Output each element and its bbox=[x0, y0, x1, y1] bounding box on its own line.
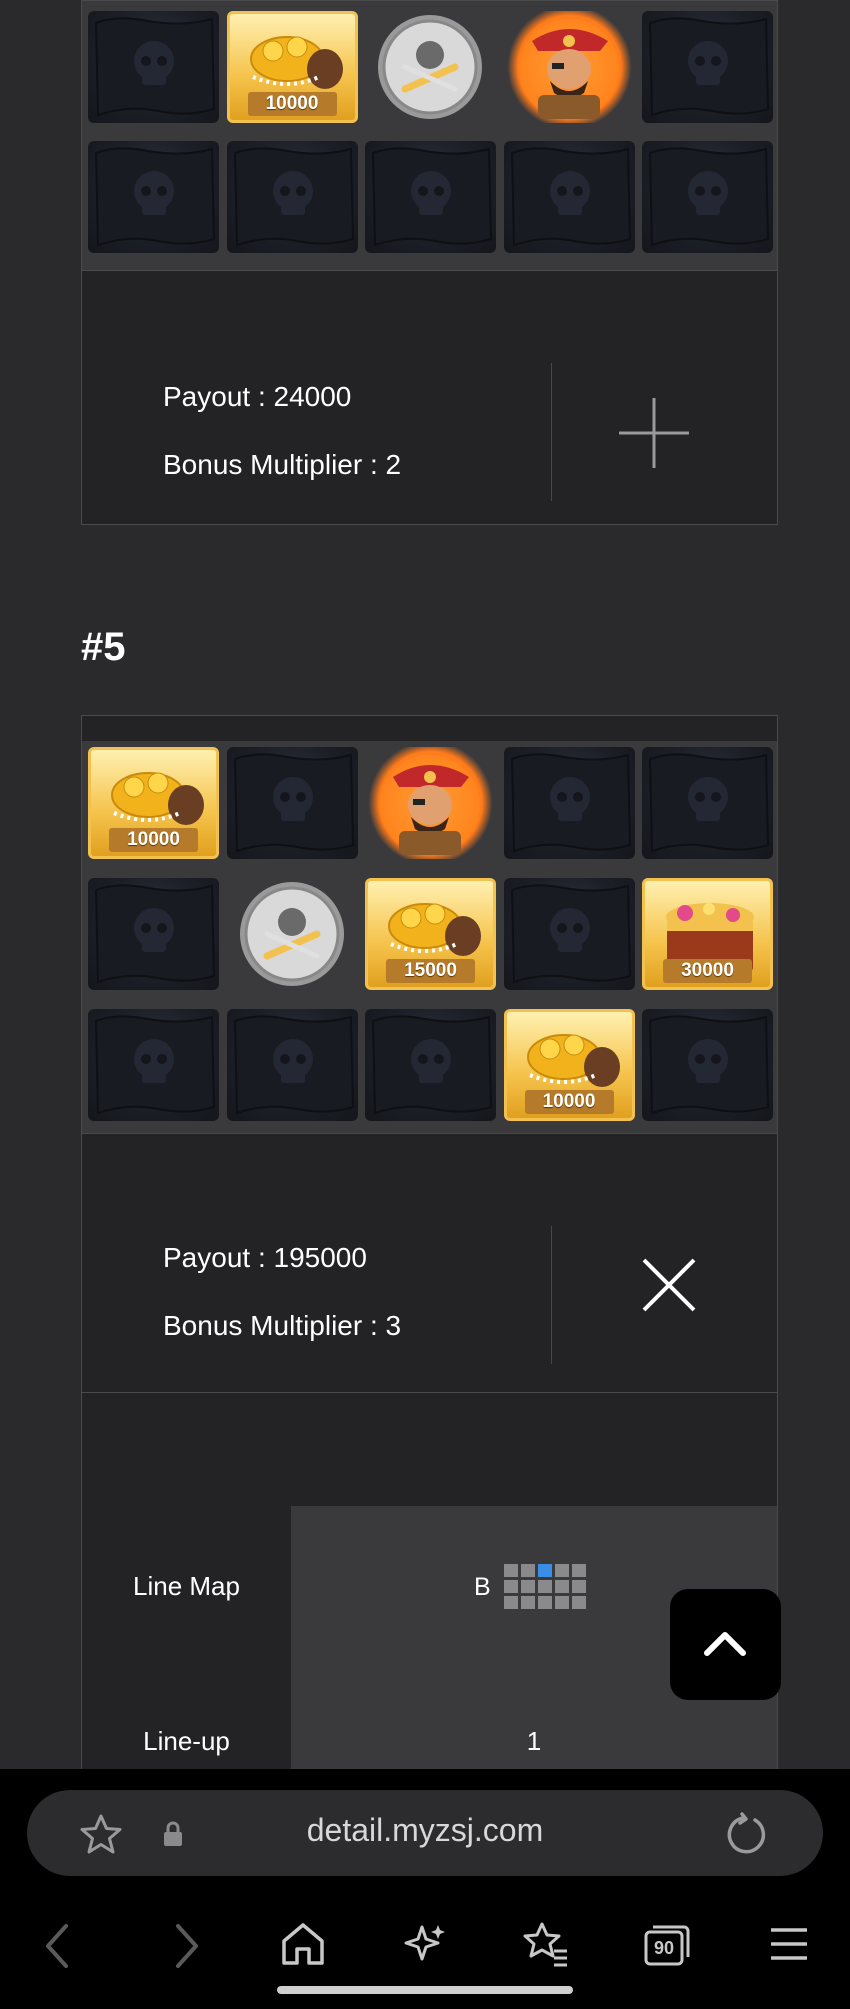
result-card-4: 10000 Payout : 24000 Bonus Multiplier : … bbox=[81, 0, 778, 525]
forward-icon[interactable] bbox=[168, 1922, 202, 1970]
symbol-value-label: 30000 bbox=[663, 959, 752, 983]
url-text: detail.myzsj.com bbox=[306, 1812, 544, 1848]
line-map-cell bbox=[504, 1596, 518, 1609]
pirate-flag-symbol bbox=[503, 747, 635, 859]
pirate-flag-symbol bbox=[365, 141, 496, 253]
divider bbox=[551, 1226, 552, 1364]
pirate-flag-symbol bbox=[503, 878, 635, 990]
reload-icon[interactable] bbox=[725, 1812, 769, 1856]
pirate-flag-symbol bbox=[226, 141, 358, 253]
home-icon[interactable] bbox=[280, 1921, 326, 1967]
back-icon[interactable] bbox=[42, 1922, 76, 1970]
pirate-flag-symbol bbox=[88, 141, 219, 253]
sparkle-icon[interactable] bbox=[402, 1921, 448, 1967]
close-icon[interactable] bbox=[642, 1258, 696, 1312]
gesture-home-indicator bbox=[277, 1986, 573, 1994]
line-map-grid-icon bbox=[502, 1562, 590, 1612]
pirate-flag-symbol bbox=[642, 141, 773, 253]
lineup-value: 1 bbox=[526, 1726, 542, 1756]
scroll-to-top-button[interactable] bbox=[670, 1589, 781, 1700]
treasure-chest-symbol: 30000 bbox=[642, 878, 773, 990]
gold-bag-symbol: 10000 bbox=[226, 11, 358, 123]
gold-bag-symbol: 15000 bbox=[365, 878, 496, 990]
line-map-letter: B bbox=[474, 1573, 491, 1601]
line-map-cell bbox=[504, 1564, 518, 1577]
address-bar[interactable]: detail.myzsj.com bbox=[27, 1790, 823, 1876]
line-map-cell bbox=[555, 1580, 569, 1593]
symbol-value-label: 10000 bbox=[524, 1090, 614, 1114]
gold-bag-symbol: 10000 bbox=[88, 747, 219, 859]
line-map-cell bbox=[521, 1580, 535, 1593]
lineup-label: Line-up bbox=[143, 1726, 230, 1756]
pirate-captain-symbol bbox=[365, 747, 496, 859]
pirate-flag-symbol bbox=[642, 1009, 773, 1121]
symbol-value-label: 10000 bbox=[109, 828, 198, 852]
tabs-button[interactable]: 90 bbox=[643, 1923, 691, 1967]
line-map-cell bbox=[538, 1564, 552, 1577]
tab-count: 90 bbox=[653, 1938, 675, 1958]
line-map-cell bbox=[572, 1580, 586, 1593]
silver-coin-symbol bbox=[365, 11, 496, 123]
pirate-flag-symbol bbox=[642, 747, 773, 859]
pirate-flag-symbol bbox=[503, 141, 635, 253]
payout-area-4: Payout : 24000 Bonus Multiplier : 2 bbox=[82, 271, 777, 525]
pirate-flag-symbol bbox=[88, 878, 219, 990]
chevron-up-icon bbox=[704, 1632, 746, 1656]
symbol-value-label: 15000 bbox=[386, 959, 475, 983]
line-map-cell bbox=[521, 1564, 535, 1577]
bonus-multiplier-text: Bonus Multiplier : 3 bbox=[163, 1310, 402, 1341]
divider bbox=[551, 363, 552, 501]
line-map-label: Line Map bbox=[133, 1571, 240, 1601]
line-map-cell bbox=[572, 1596, 586, 1609]
bonus-multiplier-text: Bonus Multiplier : 2 bbox=[163, 449, 402, 480]
section-title-5: #5 bbox=[81, 625, 126, 669]
line-map-cell bbox=[538, 1580, 552, 1593]
pirate-flag-symbol bbox=[226, 1009, 358, 1121]
pirate-flag-symbol bbox=[642, 11, 773, 123]
symbol-grid-5: 10000 15000 30000 10000 bbox=[82, 741, 777, 1134]
pirate-flag-symbol bbox=[88, 1009, 219, 1121]
line-map-cell bbox=[521, 1596, 535, 1609]
menu-icon[interactable] bbox=[768, 1924, 810, 1964]
payout-area-5: Payout : 195000 Bonus Multiplier : 3 bbox=[82, 1134, 777, 1393]
payout-text: Payout : 195000 bbox=[163, 1242, 367, 1273]
pirate-flag-symbol bbox=[226, 747, 358, 859]
symbol-grid-4: 10000 bbox=[82, 1, 777, 271]
line-map-cell bbox=[555, 1564, 569, 1577]
pirate-flag-symbol bbox=[365, 1009, 496, 1121]
line-map-cell bbox=[572, 1564, 586, 1577]
plus-icon[interactable] bbox=[617, 396, 691, 470]
payout-text: Payout : 24000 bbox=[163, 381, 352, 412]
line-map-cell bbox=[538, 1596, 552, 1609]
line-map-cell bbox=[555, 1596, 569, 1609]
pirate-flag-symbol bbox=[88, 11, 219, 123]
gold-bag-symbol: 10000 bbox=[503, 1009, 635, 1121]
pirate-captain-symbol bbox=[503, 11, 635, 123]
symbol-value-label: 10000 bbox=[247, 92, 337, 116]
line-map-cell bbox=[504, 1580, 518, 1593]
bookmarks-icon[interactable] bbox=[522, 1921, 570, 1967]
silver-coin-symbol bbox=[227, 878, 358, 990]
